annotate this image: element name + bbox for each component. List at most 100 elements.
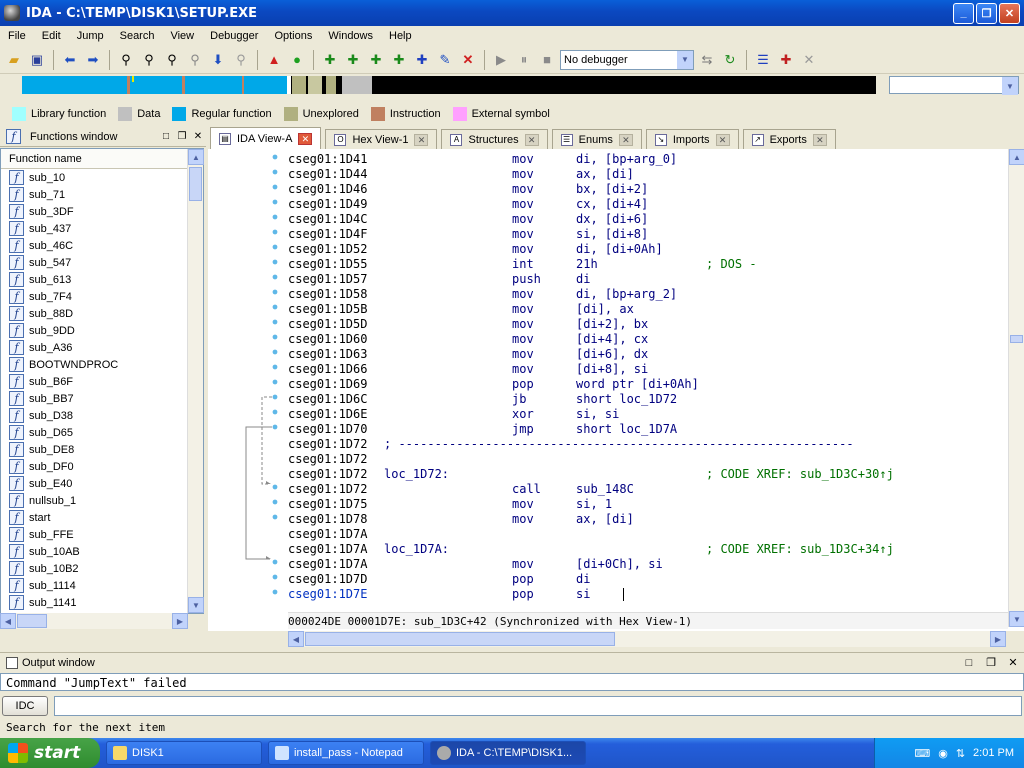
scroll-left-icon[interactable]: ◀ xyxy=(288,631,304,647)
play-icon[interactable]: ▶ xyxy=(491,50,511,70)
create-function-icon[interactable]: ✚ xyxy=(412,50,432,70)
scroll-right-icon[interactable]: ▶ xyxy=(172,613,188,629)
close-pane-icon[interactable]: ✕ xyxy=(1002,656,1024,669)
binoculars-next-icon[interactable]: ⚲ xyxy=(162,50,182,70)
scroll-up-icon[interactable]: ▲ xyxy=(188,149,204,165)
restore-pane-icon[interactable]: ❐ xyxy=(174,131,190,142)
close-button[interactable]: ✕ xyxy=(999,2,1020,24)
function-list-item[interactable]: f sub_71 xyxy=(1,186,203,203)
language-icon[interactable]: ◉ xyxy=(938,747,948,760)
open-folder-icon[interactable]: ▰ xyxy=(4,50,24,70)
maximize-button[interactable]: ❐ xyxy=(976,2,997,24)
breakpoint-list-icon[interactable]: ☰ xyxy=(753,50,773,70)
add-breakpoint-icon[interactable]: ✚ xyxy=(776,50,796,70)
restore-pane-icon[interactable]: ❐ xyxy=(980,656,1002,669)
pause-icon[interactable]: ⏸ xyxy=(514,50,534,70)
attach-icon[interactable]: ⇆ xyxy=(697,50,717,70)
chevron-down-icon[interactable]: ▼ xyxy=(677,50,693,69)
tab-imports[interactable]: ↘ Imports ✕ xyxy=(645,129,739,149)
function-list-item[interactable]: f sub_1141 xyxy=(1,594,203,611)
menu-search[interactable]: Search xyxy=(112,30,163,42)
function-list-item[interactable]: f BOOTWNDPROC xyxy=(1,356,203,373)
idc-button[interactable]: IDC xyxy=(2,696,48,716)
function-list-item[interactable]: f sub_1114 xyxy=(1,577,203,594)
network-icon[interactable]: ⇅ xyxy=(956,747,965,760)
menu-debugger[interactable]: Debugger xyxy=(202,30,266,42)
scroll-down-icon[interactable]: ▼ xyxy=(188,597,204,613)
function-list-item[interactable]: f sub_DF0 xyxy=(1,458,203,475)
close-pane-icon[interactable]: ✕ xyxy=(190,131,206,142)
binoculars-text-icon[interactable]: ⚲ xyxy=(139,50,159,70)
close-tab-icon[interactable]: ✕ xyxy=(298,132,313,145)
function-list-item[interactable]: f sub_547 xyxy=(1,254,203,271)
tab-ida-view-a[interactable]: ▤ IDA View-A ✕ xyxy=(210,127,322,149)
menu-help[interactable]: Help xyxy=(381,30,420,42)
function-list-item[interactable]: f sub_613 xyxy=(1,271,203,288)
function-list-item[interactable]: f sub_E40 xyxy=(1,475,203,492)
disassembly-horizontal-scrollbar[interactable]: ◀ ▶ xyxy=(288,631,1006,647)
tab-enums[interactable]: ☰ Enums ✕ xyxy=(551,129,642,149)
navigation-select[interactable]: ▼ xyxy=(889,76,1019,95)
remove-breakpoint-icon[interactable]: ✕ xyxy=(799,50,819,70)
menu-windows[interactable]: Windows xyxy=(320,30,381,42)
menu-view[interactable]: View xyxy=(162,30,202,42)
make-data-icon[interactable]: ✚ xyxy=(343,50,363,70)
binoculars-icon[interactable]: ⚲ xyxy=(116,50,136,70)
menu-options[interactable]: Options xyxy=(266,30,320,42)
function-list-item[interactable]: f sub_88D xyxy=(1,305,203,322)
refresh-green-icon[interactable]: ↻ xyxy=(720,50,740,70)
start-button[interactable]: start xyxy=(0,738,100,768)
functions-vertical-scrollbar[interactable]: ▲ ▼ xyxy=(187,149,204,613)
function-list-item[interactable]: f sub_10 xyxy=(1,169,203,186)
chevron-down-icon[interactable]: ▼ xyxy=(1002,77,1018,95)
close-tab-icon[interactable]: ✕ xyxy=(715,133,730,146)
disassembly-view[interactable]: cseg01:1D41 mov di, [bp+arg_0] cseg01:1D44 m… xyxy=(208,149,1024,631)
function-list-item[interactable]: f sub_437 xyxy=(1,220,203,237)
task-ida[interactable]: IDA - C:\TEMP\DISK1... xyxy=(430,741,586,765)
function-list-item[interactable]: f nullsub_1 xyxy=(1,492,203,509)
disabled-tool-icon[interactable]: ⚲ xyxy=(231,50,251,70)
tab-hex-view-1[interactable]: O Hex View-1 ✕ xyxy=(325,129,438,149)
maximize-pane-icon[interactable]: □ xyxy=(958,657,980,669)
function-list-item[interactable]: f sub_7F4 xyxy=(1,288,203,305)
scroll-left-icon[interactable]: ◀ xyxy=(0,613,16,629)
task-notepad[interactable]: install_pass - Notepad xyxy=(268,741,424,765)
edit-function-icon[interactable]: ✎ xyxy=(435,50,455,70)
back-arrow-icon[interactable]: ⬅ xyxy=(60,50,80,70)
function-list-item[interactable]: f start xyxy=(1,509,203,526)
keyboard-icon[interactable]: ⌨ xyxy=(914,747,930,760)
tab-exports[interactable]: ↗ Exports ✕ xyxy=(742,129,836,149)
scroll-thumb[interactable] xyxy=(1010,335,1023,343)
function-list-item[interactable]: f sub_A36 xyxy=(1,339,203,356)
function-list-item[interactable]: f sub_10AB xyxy=(1,543,203,560)
function-list-item[interactable]: f sub_D65 xyxy=(1,424,203,441)
column-header-function-name[interactable]: Function name xyxy=(1,149,203,169)
menu-jump[interactable]: Jump xyxy=(69,30,112,42)
functions-horizontal-scrollbar[interactable]: ◀ ▶ xyxy=(0,613,188,629)
function-list-item[interactable]: f sub_B6F xyxy=(1,373,203,390)
make-ascii-icon[interactable]: ✚ xyxy=(366,50,386,70)
scroll-up-icon[interactable]: ▲ xyxy=(1009,149,1024,165)
close-tab-icon[interactable]: ✕ xyxy=(524,133,539,146)
debugger-select[interactable]: No debugger ▼ xyxy=(560,49,694,70)
function-list-item[interactable]: f sub_3DF xyxy=(1,203,203,220)
minimize-button[interactable]: _ xyxy=(953,2,974,24)
maximize-pane-icon[interactable]: □ xyxy=(158,131,174,142)
warning-triangle-icon[interactable]: ▲ xyxy=(264,50,284,70)
save-icon[interactable]: ▣ xyxy=(27,50,47,70)
function-list-item[interactable]: f sub_9DD xyxy=(1,322,203,339)
function-list-item[interactable]: f sub_10B2 xyxy=(1,560,203,577)
menu-edit[interactable]: Edit xyxy=(34,30,69,42)
navigation-band[interactable] xyxy=(22,76,876,94)
disassembly-vertical-scrollbar[interactable]: ▲ ▼ xyxy=(1008,149,1024,627)
function-list-item[interactable]: f sub_DE8 xyxy=(1,441,203,458)
scroll-down-icon[interactable]: ▼ xyxy=(1009,611,1024,627)
close-tab-icon[interactable]: ✕ xyxy=(414,133,429,146)
search-sequence-icon[interactable]: ⚲ xyxy=(185,50,205,70)
task-disk1[interactable]: DISK1 xyxy=(106,741,262,765)
scroll-thumb[interactable] xyxy=(305,632,615,646)
scroll-thumb[interactable] xyxy=(189,167,202,201)
function-list-item[interactable]: f sub_D38 xyxy=(1,407,203,424)
scroll-thumb[interactable] xyxy=(17,614,47,628)
scroll-right-icon[interactable]: ▶ xyxy=(990,631,1006,647)
